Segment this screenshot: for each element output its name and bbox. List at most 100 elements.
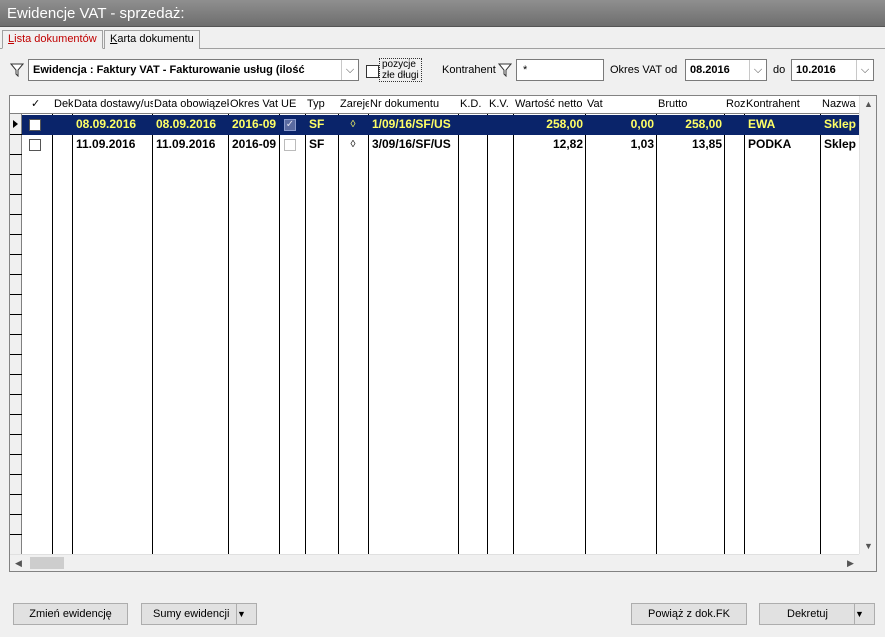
powiaz-z-dok-fk-button[interactable]: Powiąż z dok.FK: [631, 603, 747, 625]
col-header-kontrahent[interactable]: Kontrahent: [745, 96, 821, 114]
col-divider: [458, 114, 459, 555]
row-indicator-tick: [10, 514, 22, 515]
registered-marker-icon: ◊: [350, 139, 356, 150]
row-indicator-tick: [10, 314, 22, 315]
col-header-vat[interactable]: Vat: [586, 96, 657, 114]
cell-nazwa: Sklep: [824, 137, 857, 151]
pozycje-zle-dlugi-label: pozycje złe długi: [379, 58, 422, 82]
cell-vat: 0,00: [630, 117, 654, 131]
row-indicator-tick: [10, 254, 22, 255]
col-divider: [724, 114, 725, 555]
row-indicator-tick: [10, 174, 22, 175]
col-divider: [305, 114, 306, 555]
tab-lista-dokumentow[interactable]: Lista dokumentów: [2, 30, 103, 49]
scroll-left-icon[interactable]: ◀: [10, 555, 27, 571]
okres-do-value: 10.2016: [796, 64, 836, 76]
pozycje-label-line2: złe długi: [382, 70, 419, 81]
col-header-kd[interactable]: K.D.: [459, 96, 488, 114]
ewidencja-select[interactable]: Ewidencja : Faktury VAT - Fakturowanie u…: [28, 59, 359, 81]
row-indicator-tick: [10, 374, 22, 375]
tab-bar: Lista dokumentów Karta dokumentu: [0, 28, 885, 49]
row-indicator-tick: [10, 434, 22, 435]
table-row[interactable]: 08.09.2016 08.09.2016 2016-09 ✓ SF ◊ 1/0…: [22, 115, 870, 135]
row-indicator-tick: [10, 194, 22, 195]
row-indicator-tick: [10, 414, 22, 415]
col-header-nr-dokumentu[interactable]: Nr dokumentu: [369, 96, 459, 114]
col-header-roz[interactable]: Roz: [725, 96, 745, 114]
cell-brutto: 258,00: [685, 117, 722, 131]
col-header-typ[interactable]: Typ: [306, 96, 339, 114]
col-divider: [820, 114, 821, 555]
registered-marker-icon: ◊: [350, 119, 356, 130]
kontrahent-label: Kontrahent: [442, 64, 496, 76]
col-header-kv[interactable]: K.V.: [488, 96, 514, 114]
col-header-dek[interactable]: Dek: [53, 96, 73, 114]
scrollbar-corner: [859, 554, 876, 571]
tab-label: ista dokumentów: [14, 33, 97, 45]
dekretuj-button[interactable]: Dekretuj ▼: [759, 603, 875, 625]
cell-typ: SF: [309, 117, 325, 131]
cell-vat: 1,03: [630, 137, 654, 151]
tab-karta-dokumentu[interactable]: Karta dokumentu: [104, 30, 200, 49]
dropdown-arrow-icon[interactable]: ▼: [854, 604, 874, 624]
ue-checkbox[interactable]: ✓: [284, 119, 296, 131]
row-indicator-tick: [10, 534, 22, 535]
col-divider: [72, 114, 73, 555]
col-divider: [228, 114, 229, 555]
col-divider: [368, 114, 369, 555]
cell-wartosc-netto: 12,82: [552, 137, 583, 151]
chevron-down-icon[interactable]: ⌵: [856, 60, 873, 80]
window-title: Ewidencje VAT - sprzedaż:: [0, 0, 885, 27]
vertical-scrollbar[interactable]: ▲ ▼: [859, 96, 876, 555]
cell-nr-dokumentu: 3/09/16/SF/US: [372, 137, 451, 151]
row-indicator-column: [10, 114, 22, 555]
sumy-ewidencji-button[interactable]: Sumy ewidencji ▼: [141, 603, 257, 625]
col-divider: [279, 114, 280, 555]
okres-do-select[interactable]: 10.2016 ⌵: [791, 59, 874, 81]
cell-data-obowiazku: 11.09.2016: [156, 137, 216, 151]
horizontal-scrollbar[interactable]: ◀ ▶: [10, 554, 859, 571]
row-select-checkbox[interactable]: [29, 139, 41, 151]
filter-funnel-icon[interactable]: [10, 63, 24, 77]
col-header-zarejestrowany[interactable]: Zareje: [339, 96, 369, 114]
okres-od-select[interactable]: 08.2016 ⌵: [685, 59, 767, 81]
chevron-down-icon[interactable]: ⌵: [749, 60, 766, 80]
do-label: do: [773, 64, 786, 76]
horizontal-scroll-thumb[interactable]: [30, 557, 64, 569]
chevron-down-icon[interactable]: ⌵: [341, 60, 358, 80]
dekretuj-label: Dekretuj: [787, 608, 828, 620]
col-divider: [585, 114, 586, 555]
cell-kontrahent: EWA: [748, 117, 776, 131]
col-header-data-obowiazku[interactable]: Data obowiązek: [153, 96, 229, 114]
row-indicator-tick: [10, 494, 22, 495]
scroll-right-icon[interactable]: ▶: [842, 555, 859, 571]
col-header-nazwa[interactable]: Nazwa: [821, 96, 861, 114]
col-header-check[interactable]: ✓: [30, 96, 50, 114]
col-header-data-dostawy[interactable]: Data dostawy/us: [73, 96, 153, 114]
pozycje-zle-dlugi-checkbox[interactable]: [366, 65, 379, 78]
col-divider: [52, 114, 53, 555]
row-indicator-tick: [10, 334, 22, 335]
col-header-wartosc-netto[interactable]: Wartość netto: [514, 96, 586, 114]
col-header-brutto[interactable]: Brutto: [657, 96, 725, 114]
ue-checkbox[interactable]: [284, 139, 296, 151]
zmien-ewidencje-button[interactable]: Zmień ewidencję: [13, 603, 128, 625]
dropdown-arrow-icon[interactable]: ▼: [236, 604, 256, 624]
table-row[interactable]: 11.09.2016 11.09.2016 2016-09 SF ◊ 3/09/…: [22, 135, 870, 155]
cell-nr-dokumentu: 1/09/16/SF/US: [372, 117, 451, 131]
row-indicator-tick: [10, 134, 22, 135]
cell-data-obowiazku: 08.09.2016: [156, 117, 217, 131]
col-header-ue[interactable]: UE: [280, 96, 306, 114]
documents-grid[interactable]: ✓ Dek Data dostawy/us Data obowiązek Okr…: [9, 95, 877, 572]
okres-od-value: 08.2016: [690, 64, 730, 76]
row-indicator-tick: [10, 154, 22, 155]
kontrahent-input[interactable]: *: [516, 59, 604, 81]
col-header-okres-vat[interactable]: Okres Vat: [229, 96, 280, 114]
col-divider: [744, 114, 745, 555]
scroll-down-icon[interactable]: ▼: [860, 538, 876, 555]
col-divider: [487, 114, 488, 555]
row-select-checkbox[interactable]: [29, 119, 41, 131]
cell-nazwa: Sklep: [824, 117, 857, 131]
kontrahent-filter-funnel-icon[interactable]: [498, 63, 512, 77]
scroll-up-icon[interactable]: ▲: [860, 96, 876, 113]
